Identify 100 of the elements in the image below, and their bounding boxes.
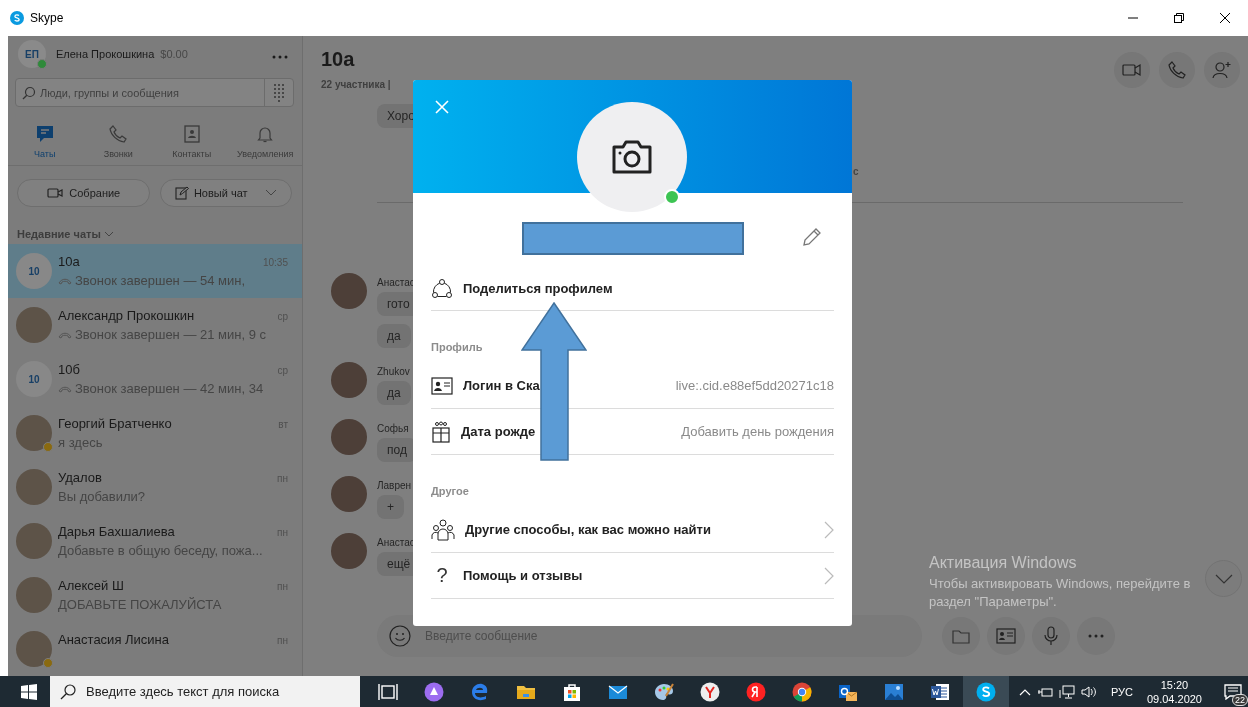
group-avatar: 10 <box>16 253 52 289</box>
search-placeholder: Введите здесь текст для поиска <box>86 684 280 699</box>
triangle-logo-icon <box>424 681 444 702</box>
pencil-icon[interactable] <box>802 227 822 247</box>
system-message: с <box>853 166 859 177</box>
microphone-button[interactable] <box>1032 617 1070 655</box>
message-author: Лаврен <box>377 480 412 491</box>
message-author: Анастас <box>377 537 415 548</box>
photo-placeholder <box>16 469 52 505</box>
task-view-icon <box>378 681 398 702</box>
contact-name: Анастасия Лисина <box>58 631 169 647</box>
chevron-up-icon[interactable] <box>1018 687 1031 696</box>
row-label: Логин в Ска <box>463 378 540 393</box>
clock-time[interactable]: 15:20 <box>1160 677 1189 692</box>
input-language-indicator[interactable]: РУС <box>1110 685 1133 698</box>
taskbar-search-field[interactable]: Введите здесь текст для поиска <box>50 676 360 707</box>
profile-row[interactable]: ? Помощь и отзывы <box>431 553 834 599</box>
video-camera-icon <box>1122 63 1142 77</box>
photo-placeholder <box>16 523 52 559</box>
phone-icon <box>1168 61 1186 79</box>
profile-row[interactable]: Другие способы, как вас можно найти <box>431 507 834 553</box>
id-card-icon <box>431 376 453 395</box>
search-icon <box>22 85 36 100</box>
row-label: Помощь и отзывы <box>463 568 583 583</box>
message-time: 10:35 <box>262 256 288 268</box>
chevron-down-icon <box>1214 573 1233 584</box>
chat-icon <box>35 125 54 143</box>
nav-tab[interactable]: Уведомления <box>228 125 302 159</box>
audio-call-button[interactable] <box>1159 52 1195 88</box>
landscape-picture-icon <box>884 681 904 702</box>
photo-placeholder <box>331 476 367 512</box>
letter-logo-icon <box>746 681 766 702</box>
camera-icon <box>611 139 653 175</box>
photo-placeholder <box>331 533 367 569</box>
contact-name: Георгий Братченко <box>58 415 172 431</box>
activation-text: Чтобы активировать Windows, перейдите в раздел "Параметры". <box>929 575 1192 611</box>
skype-logo-icon <box>10 11 24 25</box>
chat-title: 10а <box>321 48 356 71</box>
message-bubble: да <box>377 324 411 348</box>
notification-count: 22 <box>1232 694 1248 706</box>
notification-center-button[interactable]: 22 <box>1218 676 1248 707</box>
dialpad-icon <box>273 83 285 102</box>
new-chat-button[interactable]: Новый чат <box>159 179 292 207</box>
close-button[interactable] <box>434 100 450 116</box>
message-preview: Звонок завершен — 54 мин, <box>75 273 246 288</box>
share-profile-link[interactable]: Поделиться профилем <box>463 281 613 296</box>
section-heading: Другое <box>431 484 470 499</box>
message-author: Софья <box>377 423 409 434</box>
add-people-button[interactable] <box>1204 52 1240 88</box>
contact-card-button[interactable] <box>987 617 1025 655</box>
message-bubble: + <box>377 495 404 519</box>
photo-placeholder <box>331 419 367 455</box>
caret-icon <box>264 189 277 197</box>
contact-card-icon <box>996 628 1016 644</box>
row-label: Дата рожде <box>461 424 536 439</box>
smiley-icon[interactable] <box>389 625 411 647</box>
chat-list-item[interactable]: 10 10а 10:35 Звонок завершен — 54 мин, <box>8 244 302 298</box>
gift-icon <box>431 420 451 443</box>
nav-tab[interactable]: Контакты <box>155 125 229 159</box>
speaker-icon[interactable] <box>1080 684 1097 699</box>
photo-placeholder <box>331 362 367 398</box>
chrome-browser-icon <box>792 681 812 702</box>
message-bubble: да <box>377 381 411 405</box>
palette-icon <box>654 681 674 702</box>
search-field[interactable]: Люди, группы и сообщения <box>15 78 294 107</box>
people-icon <box>431 518 455 541</box>
phone-icon <box>109 125 128 143</box>
meeting-button[interactable]: Собрание <box>17 179 150 207</box>
taskbar-app-button[interactable] <box>963 676 1009 707</box>
contact-card-icon <box>182 125 201 143</box>
profile-avatar[interactable]: ЕП <box>18 40 46 68</box>
bell-icon <box>256 125 275 143</box>
contact-name: Александр Прокошкин <box>58 307 195 323</box>
message-author: Анастас <box>377 277 415 288</box>
more-icon <box>1088 634 1104 638</box>
edge-browser-icon <box>470 681 490 702</box>
clock-date[interactable]: 09.04.2020 <box>1146 691 1202 706</box>
photo-placeholder <box>331 273 367 309</box>
more-icon <box>272 55 288 59</box>
nav-tab[interactable]: Чаты <box>8 125 82 159</box>
edit-icon <box>174 186 189 200</box>
close-icon <box>1220 13 1230 23</box>
participant-count: 22 участника | <box>321 79 392 90</box>
windows-logo-icon <box>21 683 37 700</box>
shopping-bag-icon <box>562 681 582 702</box>
search-icon <box>60 683 76 700</box>
battery-plug-icon[interactable] <box>1036 685 1053 698</box>
video-camera-icon <box>46 186 65 200</box>
video-call-button[interactable] <box>1114 52 1150 88</box>
activation-title: Активация Windows <box>929 554 1078 572</box>
window-title: Skype <box>30 11 65 25</box>
photo-placeholder <box>16 307 52 343</box>
message-author: Zhukov <box>377 366 410 377</box>
row-value: live:.cid.e88ef5dd20271c18 <box>674 378 834 393</box>
contact-name: Удалов <box>58 469 102 485</box>
nav-tab[interactable]: Звонки <box>81 125 155 159</box>
network-icon[interactable] <box>1058 684 1075 699</box>
share-icon[interactable] <box>431 277 453 300</box>
photo-placeholder <box>16 577 52 613</box>
skype-logo-icon <box>976 681 996 702</box>
